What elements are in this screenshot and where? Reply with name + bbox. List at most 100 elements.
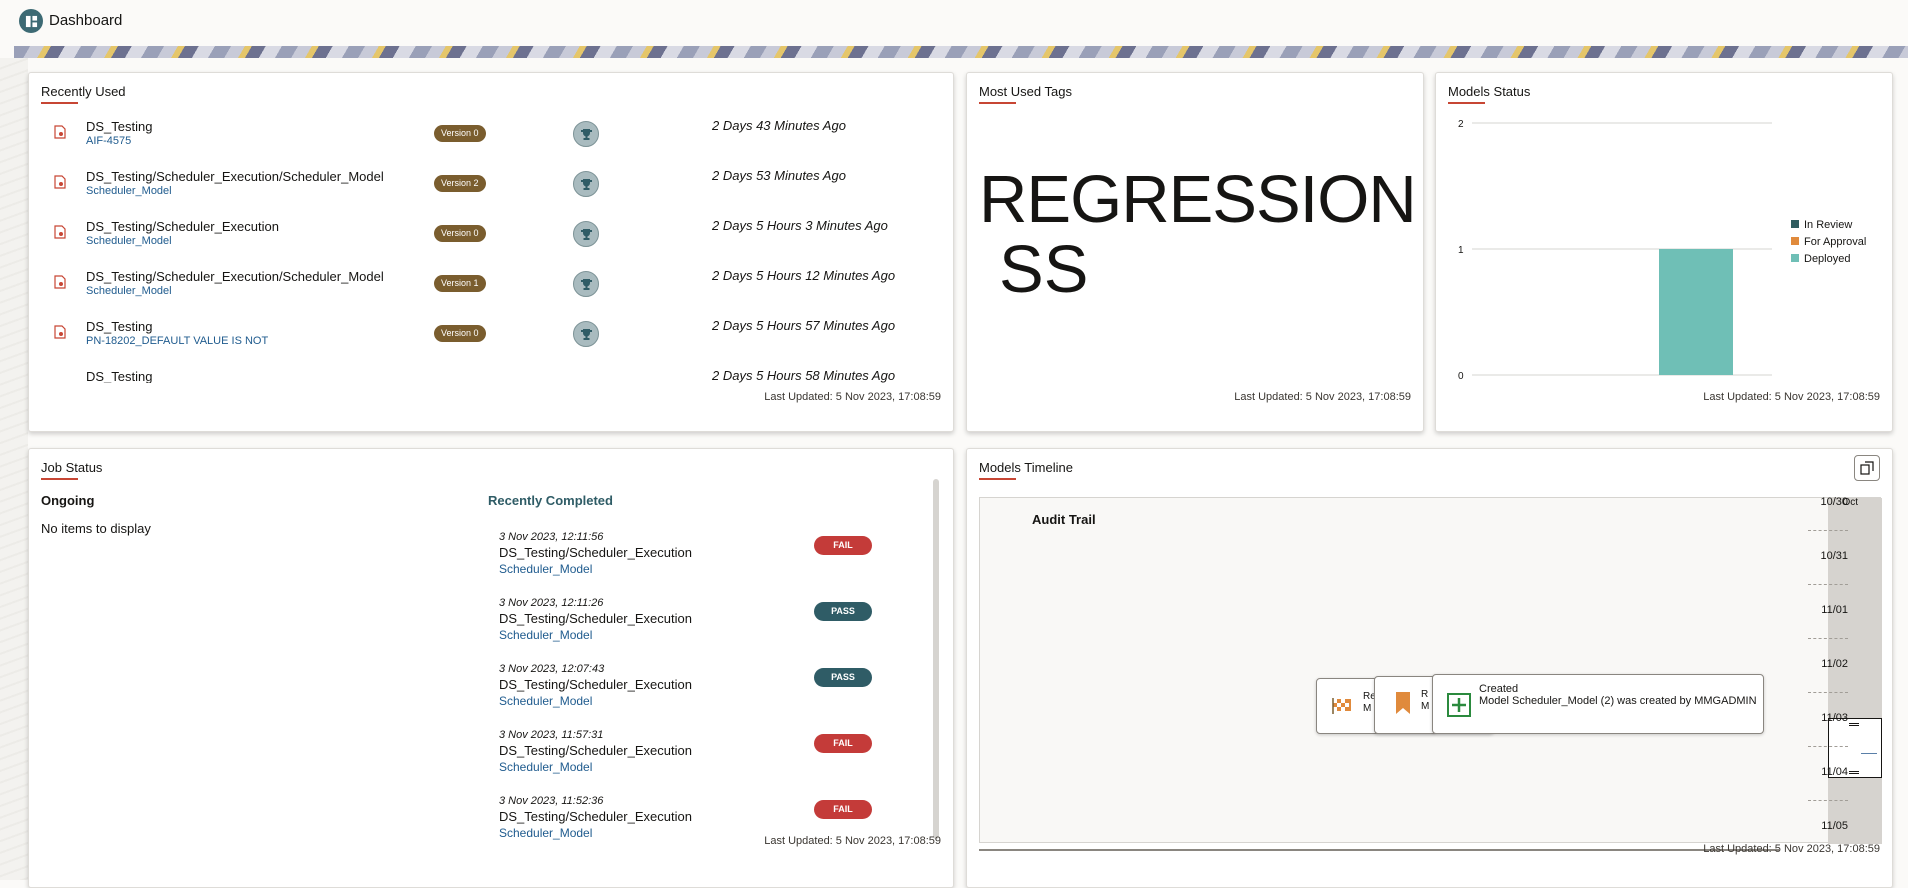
bar-deployed[interactable] xyxy=(1659,249,1733,375)
models-status-chart: 0 1 2 In Review For Approval Deployed xyxy=(1458,119,1866,382)
job-date: 3 Nov 2023, 12:07:43 xyxy=(499,663,605,675)
job-name: DS_Testing/Scheduler_Execution xyxy=(499,545,692,560)
models-timeline-title: Models Timeline xyxy=(979,460,1073,480)
legend-label[interactable]: Deployed xyxy=(1804,253,1850,265)
item-name[interactable]: DS_Testing/Scheduler_Execution/Scheduler… xyxy=(86,269,384,284)
item-name[interactable]: DS_Testing/Scheduler_Execution/Scheduler… xyxy=(86,169,384,184)
models-status-card: Models Status 0 1 2 In Review For Approval De… xyxy=(1435,72,1893,432)
audit-trail-title: Audit Trail xyxy=(1032,512,1096,527)
job-date: 3 Nov 2023, 12:11:56 xyxy=(499,531,604,543)
job-item[interactable]: 3 Nov 2023, 12:07:43 DS_Testing/Schedule… xyxy=(499,663,899,729)
tag-word-wrap[interactable]: SS xyxy=(999,235,1088,305)
last-updated: Last Updated: 5 Nov 2023, 17:08:59 xyxy=(1234,391,1411,403)
trophy-icon xyxy=(573,121,599,147)
timeline-event-created[interactable]: Created Model Scheduler_Model (2) was cr… xyxy=(1432,674,1764,734)
horizontal-scrollbar[interactable] xyxy=(979,849,1779,851)
job-status-title: Job Status xyxy=(41,460,102,480)
item-sub[interactable]: AIF-4575 xyxy=(86,135,131,147)
bookmark-icon xyxy=(1396,692,1410,714)
list-item[interactable]: DS_Testing 2 Days 5 Hours 58 Minutes Ago xyxy=(29,363,953,383)
item-time: 2 Days 5 Hours 3 Minutes Ago xyxy=(712,218,888,233)
last-updated: Last Updated: 5 Nov 2023, 17:08:59 xyxy=(1703,843,1880,855)
job-model-link[interactable]: Scheduler_Model xyxy=(499,562,592,576)
decorative-side-pattern xyxy=(0,58,28,880)
y-tick-label: 1 xyxy=(1458,245,1464,256)
timeline-axis: Oct 10/30 10/31 11/01 11/02 11/03 11/04 … xyxy=(1765,496,1882,844)
document-icon xyxy=(54,125,66,139)
timeline-date: 11/04 xyxy=(1821,766,1848,778)
last-updated: Last Updated: 5 Nov 2023, 17:08:59 xyxy=(1703,391,1880,403)
event-title: R xyxy=(1421,689,1429,700)
legend-swatch xyxy=(1791,220,1799,228)
job-model-link[interactable]: Scheduler_Model xyxy=(499,628,592,642)
list-item[interactable]: DS_Testing AIF-4575 Version 0 2 Days 43 … xyxy=(29,113,953,163)
document-icon xyxy=(54,275,66,289)
expand-icon xyxy=(1860,461,1874,475)
item-time: 2 Days 43 Minutes Ago xyxy=(712,118,846,133)
event-desc: M xyxy=(1363,703,1372,714)
item-sub[interactable]: Scheduler_Model xyxy=(86,285,172,297)
last-updated: Last Updated: 5 Nov 2023, 17:08:59 xyxy=(764,835,941,847)
list-item[interactable]: DS_Testing/Scheduler_Execution Scheduler… xyxy=(29,213,953,263)
status-badge: PASS xyxy=(814,602,872,621)
status-badge: FAIL xyxy=(814,800,872,819)
job-item[interactable]: 3 Nov 2023, 11:52:36 DS_Testing/Schedule… xyxy=(499,795,899,861)
recently-completed-title: Recently Completed xyxy=(488,493,613,508)
trophy-icon xyxy=(573,171,599,197)
job-item[interactable]: 3 Nov 2023, 11:57:31 DS_Testing/Schedule… xyxy=(499,729,899,795)
version-badge: Version 0 xyxy=(434,225,486,242)
most-used-tags-title: Most Used Tags xyxy=(979,84,1072,104)
document-icon xyxy=(54,325,66,339)
last-updated: Last Updated: 5 Nov 2023, 17:08:59 xyxy=(764,391,941,403)
item-sub[interactable]: Scheduler_Model xyxy=(86,185,172,197)
y-tick-label: 2 xyxy=(1458,119,1464,130)
y-tick-label: 0 xyxy=(1458,371,1464,382)
status-badge: PASS xyxy=(814,668,872,687)
version-badge: Version 0 xyxy=(434,125,486,142)
job-model-link[interactable]: Scheduler_Model xyxy=(499,760,592,774)
job-status-card: Job Status Ongoing No items to display R… xyxy=(28,448,954,888)
status-badge: FAIL xyxy=(814,734,872,753)
document-icon xyxy=(54,225,66,239)
timeline-date: 11/02 xyxy=(1821,658,1848,670)
models-timeline-card: Models Timeline Audit Trail Oct 10/30 10… xyxy=(966,448,1893,888)
timeline-area: Audit Trail Oct 10/30 10/31 11/01 11/02 … xyxy=(979,496,1882,844)
trophy-icon xyxy=(573,221,599,247)
timeline-tick xyxy=(1808,746,1848,747)
legend-label[interactable]: For Approval xyxy=(1804,236,1866,248)
dashboard-icon xyxy=(19,9,43,33)
item-name[interactable]: DS_Testing xyxy=(86,319,152,334)
job-item[interactable]: 3 Nov 2023, 12:11:26 DS_Testing/Schedule… xyxy=(499,597,899,663)
expand-button[interactable] xyxy=(1854,455,1880,481)
job-model-link[interactable]: Scheduler_Model xyxy=(499,694,592,708)
legend-label[interactable]: In Review xyxy=(1804,219,1852,231)
scrollbar[interactable] xyxy=(933,479,939,839)
timeline-tick xyxy=(1808,800,1848,801)
document-icon xyxy=(54,175,66,189)
item-name[interactable]: DS_Testing xyxy=(86,369,152,383)
trophy-icon xyxy=(573,321,599,347)
job-name: DS_Testing/Scheduler_Execution xyxy=(499,809,692,824)
top-bar: Dashboard xyxy=(0,0,1908,44)
event-desc: Model Scheduler_Model (2) was created by… xyxy=(1479,695,1757,707)
job-item[interactable]: 3 Nov 2023, 12:11:56 DS_Testing/Schedule… xyxy=(499,531,899,597)
tag-word[interactable]: REGRESSION xyxy=(979,165,1417,235)
job-model-link[interactable]: Scheduler_Model xyxy=(499,826,592,840)
item-time: 2 Days 5 Hours 57 Minutes Ago xyxy=(712,318,896,333)
timeline-date: 11/01 xyxy=(1821,604,1848,616)
item-name[interactable]: DS_Testing/Scheduler_Execution xyxy=(86,219,279,234)
legend-swatch xyxy=(1791,237,1799,245)
timeline-tick xyxy=(1808,692,1848,693)
timeline-date: 11/05 xyxy=(1821,820,1848,832)
trophy-icon xyxy=(573,271,599,297)
job-date: 3 Nov 2023, 11:57:31 xyxy=(499,729,604,741)
ongoing-title: Ongoing xyxy=(41,493,95,508)
item-sub[interactable]: PN-18202_DEFAULT VALUE IS NOT xyxy=(86,335,268,347)
version-badge: Version 2 xyxy=(434,175,486,192)
list-item[interactable]: DS_Testing/Scheduler_Execution/Scheduler… xyxy=(29,163,953,213)
item-time: 2 Days 53 Minutes Ago xyxy=(712,168,846,183)
list-item[interactable]: DS_Testing PN-18202_DEFAULT VALUE IS NOT… xyxy=(29,313,953,363)
item-sub[interactable]: Scheduler_Model xyxy=(86,235,172,247)
list-item[interactable]: DS_Testing/Scheduler_Execution/Scheduler… xyxy=(29,263,953,313)
item-name[interactable]: DS_Testing xyxy=(86,119,152,134)
